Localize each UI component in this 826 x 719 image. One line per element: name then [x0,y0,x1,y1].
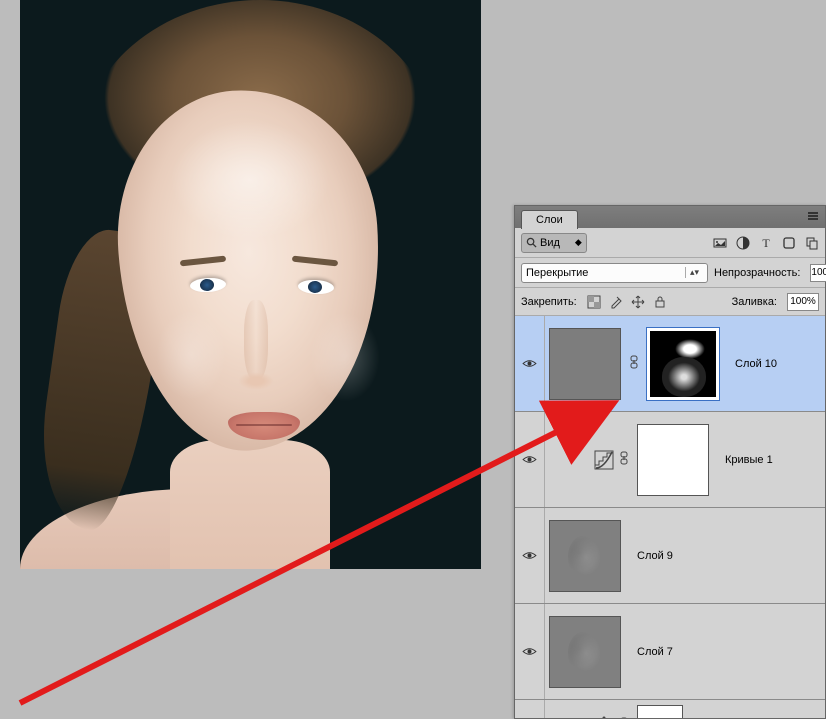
lock-pixels-icon[interactable] [609,295,623,309]
layer-name: Слой 7 [637,646,673,658]
panel-blend-row: Перекрытие ▴▾ Непрозрачность: 100% [515,258,825,288]
visibility-toggle[interactable] [515,604,545,699]
portrait-highlight [170,120,330,240]
layer-row[interactable]: Кривые 1 [515,412,825,508]
fill-label: Заливка: [732,296,777,308]
lock-position-icon[interactable] [631,295,645,309]
opacity-label: Непрозрачность: [714,267,800,279]
layers-panel: Слои Вид ◆ T [514,205,826,719]
panel-filter-row: Вид ◆ T [515,228,825,258]
filter-shape-icon[interactable] [782,236,796,250]
curves-icon [593,449,615,471]
layer-row[interactable]: Цветовой то... [515,700,825,718]
filter-adjustment-icon[interactable] [736,236,750,250]
portrait-nose [244,300,268,380]
layer-search-dropdown[interactable]: Вид ◆ [521,233,587,253]
layer-row[interactable]: Слой 7 [515,604,825,700]
lock-label: Закрепить: [521,296,577,308]
chevron-updown-icon: ▴▾ [685,267,703,278]
link-icon [625,355,643,372]
visibility-toggle[interactable] [515,412,545,507]
search-icon [526,237,537,248]
link-icon [615,451,633,468]
visibility-toggle[interactable] [515,316,545,411]
layer-row[interactable]: Слой 9 [515,508,825,604]
filter-smart-icon[interactable] [805,236,819,250]
layer-thumbnail[interactable] [549,616,621,688]
blend-mode-value: Перекрытие [526,267,588,279]
filter-pixel-icon[interactable] [713,236,727,250]
canvas[interactable] [20,0,481,569]
portrait-nose-tip [238,372,274,390]
panel-menu-icon[interactable] [805,209,821,223]
search-label: Вид [540,237,560,249]
link-icon [615,717,633,719]
layer-mask-thumbnail[interactable] [637,424,709,496]
svg-text:T: T [762,236,770,250]
portrait-neck [170,440,330,569]
portrait-cheek-right [310,312,380,402]
visibility-toggle[interactable] [515,508,545,603]
layer-thumbnail[interactable] [549,328,621,400]
lock-transparent-icon[interactable] [587,295,601,309]
panel-lock-row: Закрепить: Заливка: 100% [515,288,825,316]
layer-mask-thumbnail[interactable] [647,328,719,400]
layer-name: Кривые 1 [725,454,773,466]
opacity-input[interactable]: 100% [810,264,826,282]
color-balance-icon [593,714,615,718]
blend-mode-dropdown[interactable]: Перекрытие ▴▾ [521,263,708,283]
fill-input[interactable]: 100% [787,293,819,311]
filter-type-icon[interactable]: T [759,236,773,250]
layer-thumbnail[interactable] [549,520,621,592]
tab-layers[interactable]: Слои [521,210,578,229]
layer-mask-thumbnail[interactable] [637,705,683,718]
layer-name: Слой 10 [735,358,777,370]
lock-all-icon[interactable] [653,295,667,309]
layers-list: Слой 10 Кривые 1 Слой 9 [515,316,825,718]
layer-row-selected[interactable]: Слой 10 [515,316,825,412]
panel-tabbar: Слои [515,206,825,228]
portrait-cheek-left [156,310,226,400]
visibility-toggle[interactable] [515,700,545,718]
layer-name: Слой 9 [637,550,673,562]
